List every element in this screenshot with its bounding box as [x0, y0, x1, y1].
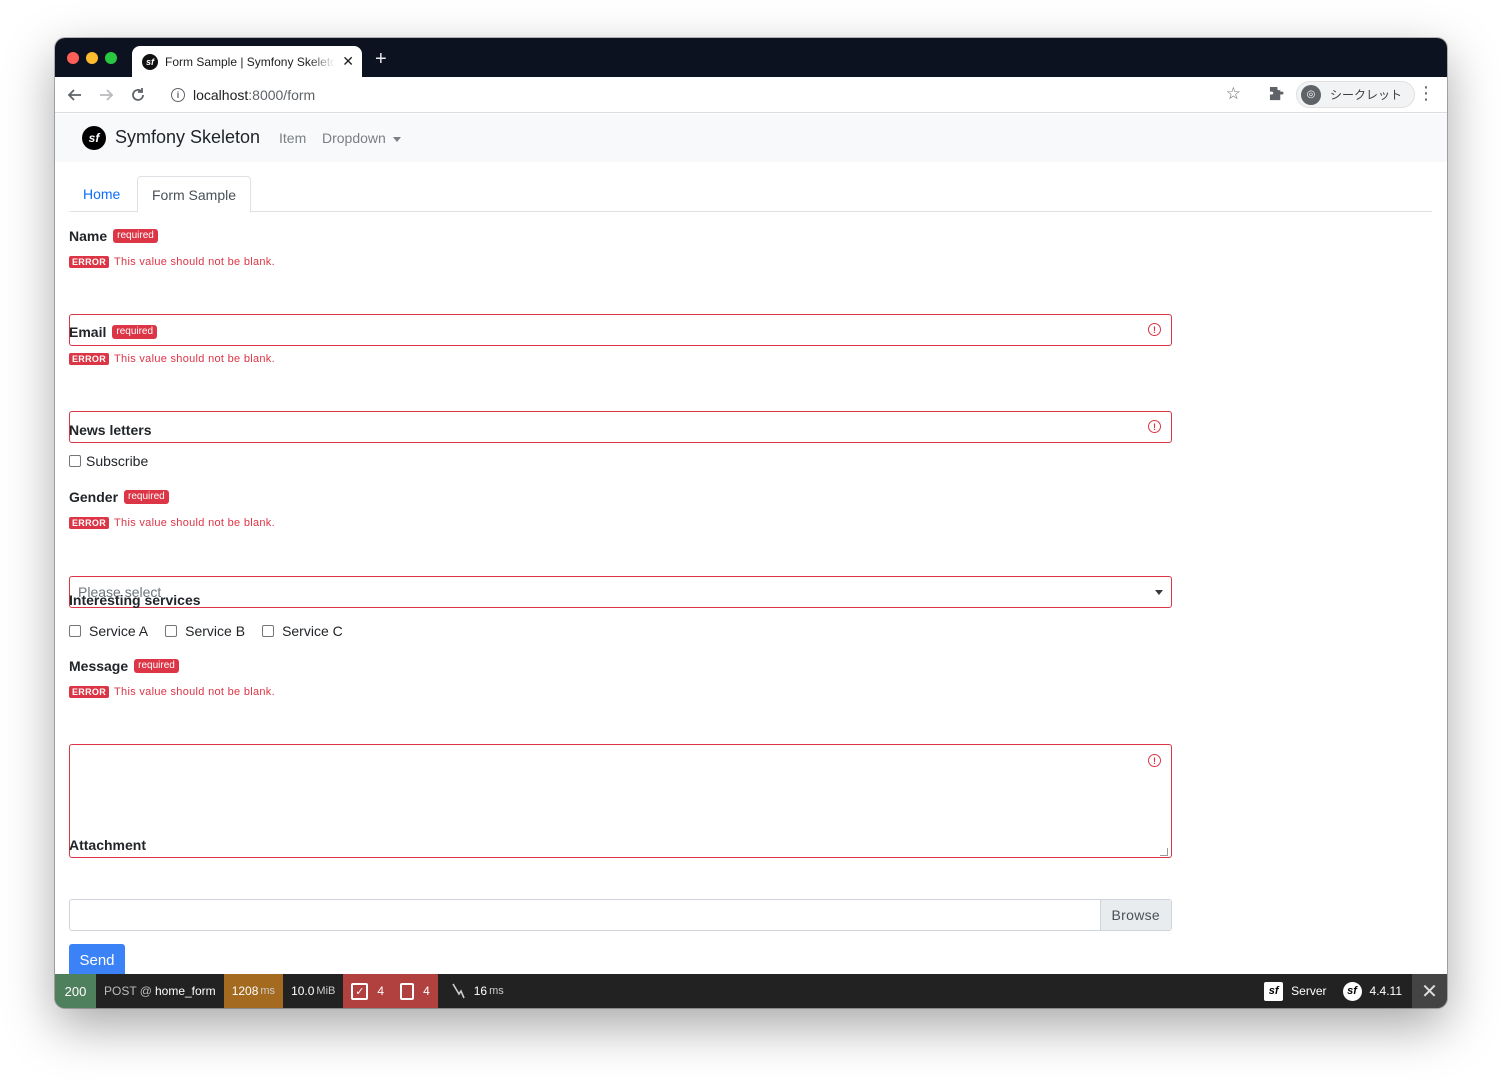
send-button[interactable]: Send — [69, 944, 125, 977]
subscribe-checkbox[interactable] — [69, 455, 81, 467]
message-textarea[interactable] — [69, 744, 1172, 858]
tab-title: Form Sample | Symfony Skeleton — [165, 54, 335, 69]
maximize-window-button[interactable] — [105, 52, 117, 64]
required-badge: required — [113, 229, 158, 243]
arrow-left-icon — [67, 89, 81, 101]
email-label: Email required — [69, 324, 158, 340]
browse-button[interactable]: Browse — [1099, 900, 1171, 930]
title-bar: sf Form Sample | Symfony Skeleton ✕ + — [55, 38, 1447, 77]
service-c-option[interactable]: Service C — [262, 623, 343, 639]
attachment-label: Attachment — [69, 837, 147, 853]
message-error: ERROR This value should not be blank. — [69, 686, 275, 698]
incognito-icon: ◎ — [1301, 84, 1321, 105]
site-navbar: sf Symfony Skeleton Item Dropdown — [55, 114, 1447, 162]
service-b-option[interactable]: Service B — [165, 623, 245, 639]
db-panel[interactable]: 16 ms — [438, 974, 512, 1008]
caret-down-icon — [1155, 590, 1163, 595]
caret-down-icon — [392, 136, 401, 142]
route-info[interactable]: POST @ home_form — [96, 974, 224, 1008]
tab-home[interactable]: Home — [69, 176, 134, 212]
browser-toolbar: i localhost:8000/form ☆ ◎ シークレット ⋮ — [55, 77, 1447, 113]
extensions-puzzle-icon[interactable] — [1269, 86, 1284, 105]
message-label: Message required — [69, 658, 179, 674]
brand-name[interactable]: Symfony Skeleton — [115, 127, 260, 148]
symfony-logo-icon[interactable]: sf — [82, 126, 106, 150]
name-label: Name required — [69, 228, 158, 244]
status-code-badge[interactable]: 200 — [55, 974, 96, 1008]
url-text: localhost:8000/form — [193, 87, 316, 103]
incognito-label: シークレット — [1330, 88, 1403, 102]
request-time[interactable]: 1208 ms — [223, 974, 284, 1008]
bookmark-star-icon[interactable]: ☆ — [1226, 84, 1241, 104]
cursor-hand-icon — [452, 983, 465, 999]
error-badge: ERROR — [69, 517, 110, 529]
services-label: Interesting services — [69, 592, 201, 608]
tab-form-sample[interactable]: Form Sample — [137, 176, 252, 213]
incognito-profile-button[interactable]: ◎ シークレット — [1296, 81, 1416, 108]
subscribe-option[interactable]: Subscribe — [69, 453, 148, 469]
service-c-checkbox[interactable] — [262, 625, 275, 637]
page-content: sf Symfony Skeleton Item Dropdown Home F… — [55, 114, 1447, 977]
name-input[interactable] — [69, 314, 1172, 346]
symfony-square-icon: sf — [1264, 981, 1284, 1001]
reload-button[interactable] — [127, 84, 149, 106]
name-error: ERROR This value should not be blank. — [69, 256, 275, 268]
error-badge: ERROR — [69, 256, 110, 268]
nav-item-link[interactable]: Item — [279, 130, 306, 146]
version-panel[interactable]: sf 4.4.11 — [1335, 974, 1412, 1008]
back-button[interactable] — [64, 84, 86, 106]
required-badge: required — [134, 659, 179, 673]
forms-panel[interactable]: ✓ 4 — [343, 974, 393, 1008]
error-badge: ERROR — [69, 353, 110, 365]
tab-close-icon[interactable]: ✕ — [342, 53, 354, 70]
error-badge: ERROR — [69, 686, 110, 698]
toolbar-right: sf Server sf 4.4.11 ✕ — [1256, 974, 1447, 1008]
service-a-checkbox[interactable] — [69, 625, 81, 637]
services-options: Service A Service B Service C — [69, 623, 360, 639]
symfony-round-icon: sf — [1342, 981, 1362, 1001]
gender-error: ERROR This value should not be blank. — [69, 517, 275, 529]
page-tabs: Home Form Sample — [69, 176, 1432, 213]
required-badge: required — [112, 325, 158, 339]
info-icon[interactable]: i — [171, 88, 185, 102]
logs-panel[interactable]: 4 — [392, 974, 438, 1008]
browser-window: sf Form Sample | Symfony Skeleton ✕ + i … — [55, 38, 1447, 1008]
forward-button[interactable] — [95, 84, 117, 106]
email-input[interactable] — [69, 411, 1172, 443]
service-b-checkbox[interactable] — [165, 625, 178, 637]
address-bar[interactable]: i localhost:8000/form ☆ — [159, 81, 1249, 109]
service-a-option[interactable]: Service A — [69, 623, 148, 639]
gender-label: Gender required — [69, 489, 169, 505]
menu-kebab-icon[interactable]: ⋮ — [1417, 83, 1435, 104]
new-tab-button[interactable]: + — [375, 49, 387, 69]
browser-tab[interactable]: sf Form Sample | Symfony Skeleton ✕ — [132, 46, 362, 77]
memory-usage[interactable]: 10.0 MiB — [283, 974, 344, 1008]
gender-select[interactable]: Please select — [69, 576, 1172, 608]
clipboard-icon — [400, 982, 415, 1000]
checkbox-check-icon: ✓ — [351, 982, 369, 1000]
newsletters-label: News letters — [69, 422, 152, 438]
attachment-file-input[interactable]: Browse — [69, 899, 1172, 931]
nav-dropdown-toggle[interactable]: Dropdown — [322, 130, 401, 146]
reload-icon — [132, 88, 144, 101]
symfony-favicon-icon: sf — [142, 53, 158, 70]
required-badge: required — [124, 490, 169, 504]
close-window-button[interactable] — [67, 52, 79, 64]
symfony-debug-toolbar: 200 POST @ home_form 1208 ms 10.0 MiB ✓ 4 4… — [55, 974, 1447, 1008]
close-toolbar-icon[interactable]: ✕ — [1412, 974, 1447, 1008]
minimize-window-button[interactable] — [86, 52, 98, 64]
email-error: ERROR This value should not be blank. — [69, 353, 275, 365]
arrow-right-icon — [100, 89, 114, 101]
server-panel[interactable]: sf Server — [1256, 974, 1334, 1008]
